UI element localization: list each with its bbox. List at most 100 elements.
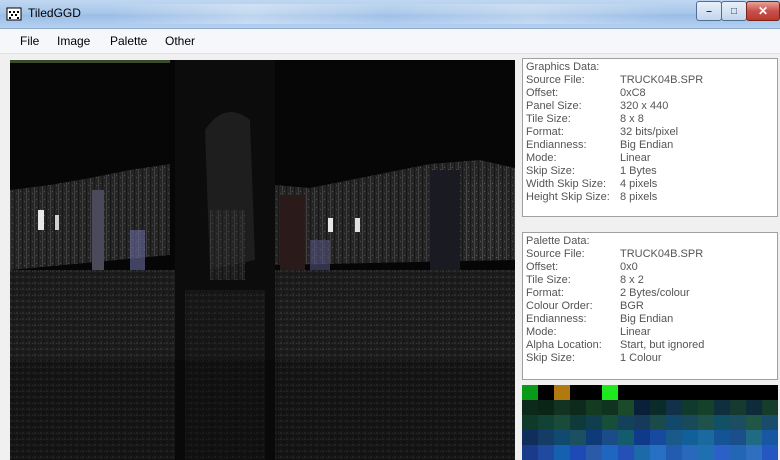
palette-swatch[interactable] [618, 430, 634, 445]
palette-swatch[interactable] [698, 415, 714, 430]
palette-swatch[interactable] [618, 415, 634, 430]
palette-swatch[interactable] [602, 400, 618, 415]
palette-swatch[interactable] [554, 400, 570, 415]
graphics-viewport[interactable] [10, 60, 515, 460]
palette-swatch[interactable] [682, 400, 698, 415]
palette-swatch[interactable] [682, 385, 698, 400]
palette-swatch[interactable] [602, 445, 618, 460]
palette-swatch[interactable] [538, 400, 554, 415]
palette-swatch[interactable] [634, 430, 650, 445]
palette-swatch[interactable] [618, 385, 634, 400]
palette-swatch[interactable] [714, 415, 730, 430]
close-button[interactable]: ✕ [746, 1, 780, 21]
palette-swatch[interactable] [554, 415, 570, 430]
row-label: Format: [526, 126, 564, 138]
palette-swatch[interactable] [650, 415, 666, 430]
row-value: 1 Bytes [620, 165, 657, 177]
palette-swatch[interactable] [746, 415, 762, 430]
palette-swatch[interactable] [522, 445, 538, 460]
palette-swatch[interactable] [586, 400, 602, 415]
palette-swatch[interactable] [586, 445, 602, 460]
palette-swatch[interactable] [522, 385, 538, 400]
palette-swatch[interactable] [634, 415, 650, 430]
palette-swatch[interactable] [602, 385, 618, 400]
palette-swatch[interactable] [618, 445, 634, 460]
title-bar-glass [110, 4, 670, 24]
palette-swatch[interactable] [714, 430, 730, 445]
palette-swatch[interactable] [538, 445, 554, 460]
palette-swatch[interactable] [618, 400, 634, 415]
palette-swatch[interactable] [666, 445, 682, 460]
row-value: Linear [620, 326, 651, 338]
palette-swatch[interactable] [666, 400, 682, 415]
palette-swatch[interactable] [538, 415, 554, 430]
row-value: Big Endian [620, 313, 674, 325]
row-label: Mode: [526, 152, 557, 164]
palette-swatch[interactable] [522, 400, 538, 415]
palette-swatch[interactable] [730, 445, 746, 460]
menu-palette[interactable]: Palette [110, 34, 147, 48]
palette-swatch[interactable] [698, 430, 714, 445]
palette-swatch[interactable] [586, 385, 602, 400]
palette-swatch[interactable] [746, 430, 762, 445]
palette-swatch[interactable] [538, 385, 554, 400]
row-label: Colour Order: [526, 300, 593, 312]
row-label: Skip Size: [526, 352, 575, 364]
menu-file[interactable]: File [20, 34, 39, 48]
palette-swatch[interactable] [522, 430, 538, 445]
palette-swatch[interactable] [746, 400, 762, 415]
palette-swatch[interactable] [586, 430, 602, 445]
palette-swatch[interactable] [714, 445, 730, 460]
palette-swatch[interactable] [586, 415, 602, 430]
palette-swatch[interactable] [698, 445, 714, 460]
palette-swatch[interactable] [570, 415, 586, 430]
palette-swatch[interactable] [570, 445, 586, 460]
palette-swatch[interactable] [554, 430, 570, 445]
palette-swatch[interactable] [714, 385, 730, 400]
palette-swatch[interactable] [698, 385, 714, 400]
palette-swatch[interactable] [554, 385, 570, 400]
palette-grid[interactable] [522, 385, 778, 460]
palette-swatch[interactable] [570, 430, 586, 445]
palette-swatch[interactable] [522, 415, 538, 430]
palette-swatch[interactable] [682, 445, 698, 460]
palette-swatch[interactable] [730, 400, 746, 415]
palette-swatch[interactable] [682, 430, 698, 445]
palette-swatch[interactable] [746, 385, 762, 400]
palette-swatch[interactable] [730, 430, 746, 445]
palette-swatch[interactable] [650, 385, 666, 400]
palette-swatch[interactable] [602, 415, 618, 430]
menu-other[interactable]: Other [165, 34, 195, 48]
palette-swatch[interactable] [554, 445, 570, 460]
palette-swatch[interactable] [538, 430, 554, 445]
palette-swatch[interactable] [634, 445, 650, 460]
menu-image[interactable]: Image [57, 34, 90, 48]
palette-swatch[interactable] [666, 430, 682, 445]
palette-swatch[interactable] [730, 385, 746, 400]
window-title: TiledGGD [28, 6, 81, 20]
palette-swatch[interactable] [666, 415, 682, 430]
palette-swatch[interactable] [634, 400, 650, 415]
palette-swatch[interactable] [570, 385, 586, 400]
palette-swatch[interactable] [666, 385, 682, 400]
palette-swatch[interactable] [746, 445, 762, 460]
palette-swatch[interactable] [762, 385, 778, 400]
row-value: 2 Bytes/colour [620, 287, 690, 299]
minimize-button[interactable]: – [696, 1, 722, 21]
palette-swatch[interactable] [762, 415, 778, 430]
palette-swatch[interactable] [698, 400, 714, 415]
palette-swatch[interactable] [762, 430, 778, 445]
palette-swatch[interactable] [650, 430, 666, 445]
maximize-button[interactable]: □ [721, 1, 747, 21]
palette-swatch[interactable] [650, 445, 666, 460]
palette-swatch[interactable] [682, 415, 698, 430]
row-label: Tile Size: [526, 113, 571, 125]
palette-swatch[interactable] [714, 400, 730, 415]
palette-swatch[interactable] [570, 400, 586, 415]
palette-swatch[interactable] [730, 415, 746, 430]
palette-swatch[interactable] [650, 400, 666, 415]
palette-swatch[interactable] [634, 385, 650, 400]
palette-swatch[interactable] [602, 430, 618, 445]
palette-swatch[interactable] [762, 400, 778, 415]
palette-swatch[interactable] [762, 445, 778, 460]
